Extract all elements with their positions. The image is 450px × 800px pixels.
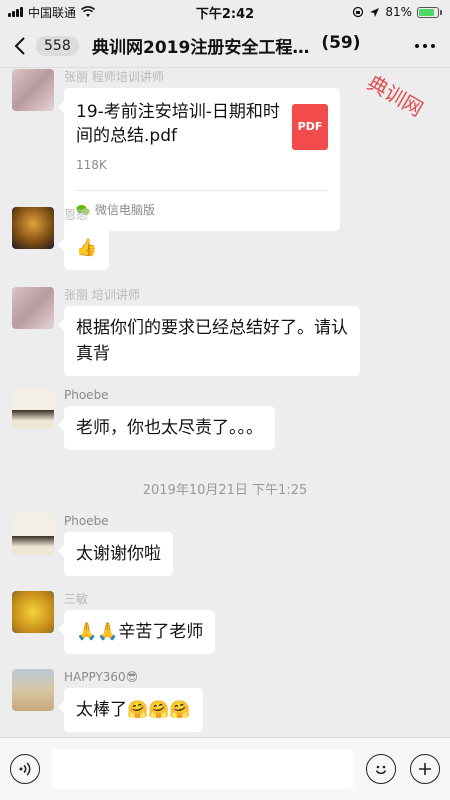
time-divider: 2019年10月21日 下午1:25 (142, 483, 308, 498)
sender-name: 张丽 培训讲师 (64, 288, 140, 302)
message-bubble[interactable]: 太棒了🤗🤗🤗 (58, 688, 203, 732)
file-size: 118K (76, 158, 107, 172)
chat-screen: 中国联通 下午2:42 81% 558 典训网2019注册安全工程… (59) … (0, 0, 450, 800)
message-item: 三敏 🙏🙏辛苦了老师 (12, 591, 432, 654)
message-bubble[interactable]: 👍 (57, 226, 110, 270)
member-count: (59) (321, 33, 361, 53)
message-text: 老师，你也太尽责了。。。 (76, 418, 263, 438)
status-time: 下午2:42 (195, 6, 255, 22)
message-item: 恩怒 👍 (12, 207, 432, 270)
message-item: 张丽 培训讲师 根据你们的要求已经总结好了。请认真背 (12, 287, 432, 376)
chat-title: 典训网2019注册安全工程… (59) (92, 33, 400, 58)
nav-bar: 558 典训网2019注册安全工程… (59) (0, 24, 450, 68)
status-bar: 中国联通 下午2:42 81% (0, 0, 450, 24)
message-item: Phoebe 太谢谢你啦 (12, 513, 432, 576)
message-item: Phoebe 老师，你也太尽责了。。。 (12, 387, 432, 450)
message-text: 太棒了🤗🤗🤗 (76, 700, 191, 720)
pdf-icon: PDF (292, 104, 328, 150)
sender-name: 恩怒 (64, 208, 89, 222)
avatar[interactable] (12, 513, 54, 555)
battery-percent: 81% (385, 5, 412, 19)
battery-icon (417, 6, 442, 18)
message-list[interactable]: 张丽 程师培训讲师 19-考前注安培训-日期和时间的总结.pdf 118K PD… (0, 69, 450, 737)
voice-icon (19, 762, 31, 776)
voice-button[interactable] (10, 754, 40, 784)
message-text: 根据你们的要求已经总结好了。请认真背 (76, 318, 348, 364)
message-text: 太谢谢你啦 (76, 544, 161, 564)
avatar[interactable] (12, 591, 54, 633)
unread-count-badge: 558 (36, 35, 79, 56)
more-options-button[interactable] (400, 43, 450, 48)
avatar[interactable] (12, 207, 54, 249)
avatar[interactable] (12, 387, 54, 429)
group-name: 典训网2019注册安全工程… (92, 38, 310, 58)
emoji-button[interactable] (366, 754, 396, 784)
wifi-icon (81, 6, 96, 17)
plus-button[interactable] (410, 754, 440, 784)
plus-icon (419, 763, 431, 775)
avatar[interactable] (12, 669, 54, 711)
sender-name: 张丽 程师培训讲师 (64, 70, 164, 84)
sender-name: Phoebe (64, 514, 109, 528)
carrier-name: 中国联通 (28, 5, 77, 20)
emoji-icon (375, 765, 387, 775)
avatar[interactable] (12, 69, 54, 111)
orientation-lock-icon (353, 6, 364, 18)
message-bubble[interactable]: 太谢谢你啦 (58, 532, 173, 576)
message-input[interactable] (52, 749, 354, 789)
message-text: 🙏🙏辛苦了老师 (76, 622, 204, 642)
sender-name: Phoebe (64, 388, 109, 402)
sender-name: HAPPY360😎 (64, 670, 139, 684)
sender-name: 三敏 (64, 592, 89, 606)
thumbs-up-icon: 👍 (76, 238, 98, 258)
message-bubble[interactable]: 🙏🙏辛苦了老师 (57, 610, 216, 654)
message-item: HAPPY360😎 太棒了🤗🤗🤗 (12, 669, 432, 732)
signal-icon (8, 7, 23, 17)
location-icon (370, 7, 380, 17)
input-bar (0, 737, 450, 800)
chevron-left-icon (14, 36, 25, 55)
message-bubble[interactable]: 老师，你也太尽责了。。。 (58, 406, 275, 450)
message-bubble[interactable]: 根据你们的要求已经总结好了。请认真背 (58, 306, 360, 376)
file-name: 19-考前注安培训-日期和时间的总结.pdf (76, 102, 280, 146)
avatar[interactable] (12, 287, 54, 329)
back-button[interactable]: 558 (0, 35, 92, 56)
